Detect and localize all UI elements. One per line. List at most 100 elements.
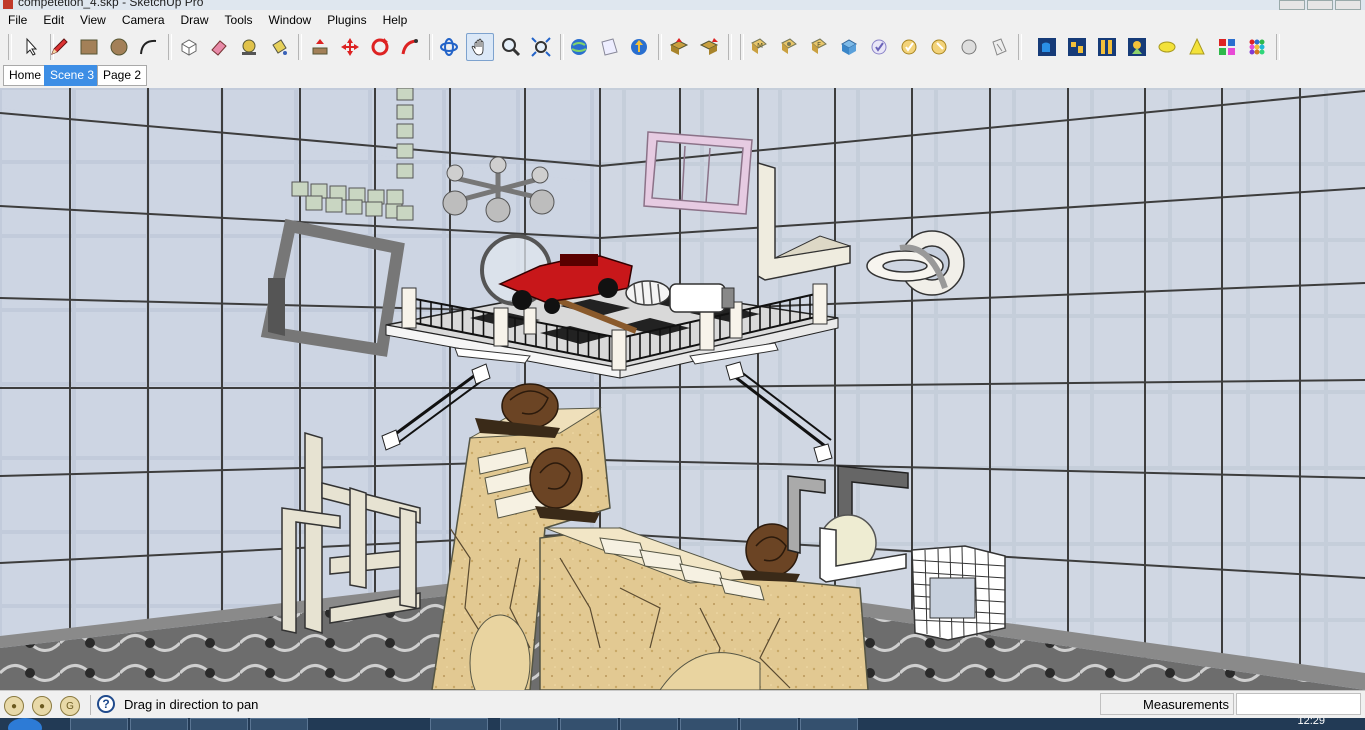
eraser-icon[interactable] — [206, 34, 232, 60]
menu-view[interactable]: View — [72, 10, 114, 30]
svg-text:F: F — [817, 41, 821, 49]
menu-bar: File Edit View Camera Draw Tools Window … — [0, 10, 1365, 30]
circle-icon[interactable] — [106, 34, 132, 60]
toolbar-group-edit — [174, 32, 306, 62]
sketchup-app-icon — [3, 0, 13, 9]
taskbar-app-5[interactable] — [430, 718, 488, 730]
credits-icon[interactable]: ● — [32, 696, 52, 716]
menu-draw[interactable]: Draw — [173, 10, 217, 30]
white-grid-cube-object — [911, 545, 1006, 641]
status-text: Drag in direction to pan — [124, 697, 259, 712]
title-bar: competetion_4.skp - SketchUp Pro — [0, 0, 1365, 10]
menu-window[interactable]: Window — [261, 10, 320, 30]
rectangle-icon[interactable] — [76, 34, 102, 60]
window-title: competetion_4.skp - SketchUp Pro — [18, 0, 204, 9]
taskbar-app-10[interactable] — [800, 718, 858, 730]
windows-taskbar: 12:29 — [0, 718, 1365, 730]
orbit-icon[interactable] — [436, 34, 462, 60]
style-edge-icon[interactable] — [986, 34, 1012, 60]
style-wireframe-icon[interactable]: F — [806, 34, 832, 60]
paint-bucket-icon[interactable] — [266, 34, 292, 60]
toolbar-separator — [1018, 34, 1022, 60]
taskbar-app-8[interactable] — [620, 718, 678, 730]
help-icon[interactable]: ? — [97, 695, 115, 713]
color-dots-icon[interactable] — [1244, 34, 1270, 60]
taskbar-app-9[interactable] — [740, 718, 798, 730]
toolbar-separator — [1276, 34, 1280, 60]
get-component-icon[interactable] — [666, 34, 692, 60]
maximize-button[interactable] — [1307, 0, 1333, 10]
menu-edit[interactable]: Edit — [35, 10, 72, 30]
start-button-icon[interactable] — [8, 718, 42, 730]
sun-icon[interactable] — [1154, 34, 1180, 60]
tape-measure-icon[interactable] — [236, 34, 262, 60]
style-backedges-icon[interactable] — [776, 34, 802, 60]
model-drawing — [0, 88, 1365, 690]
cone-icon[interactable] — [1184, 34, 1210, 60]
status-divider — [90, 695, 91, 715]
toolbar-group-modify — [305, 32, 437, 62]
scene-tab-page-2[interactable]: Page 2 — [97, 65, 148, 86]
style-textured-icon[interactable] — [896, 34, 922, 60]
color-grid-icon[interactable] — [1214, 34, 1240, 60]
toolbar-group-components — [664, 32, 748, 62]
section-plane-icon[interactable] — [1094, 34, 1120, 60]
taskbar-app-4[interactable] — [250, 718, 308, 730]
svg-text:M: M — [757, 42, 763, 50]
user-icon[interactable]: G — [60, 696, 80, 716]
toolbar-group-camera — [434, 32, 568, 62]
toolbar-group-draw — [44, 32, 176, 62]
pencil-icon[interactable] — [46, 34, 72, 60]
menu-file[interactable]: File — [0, 10, 35, 30]
share-component-icon[interactable] — [696, 34, 722, 60]
minimize-button[interactable] — [1279, 0, 1305, 10]
style-xray-icon[interactable]: M — [746, 34, 772, 60]
taskbar-clock: 12:29 — [1297, 718, 1325, 727]
toolbar-group-styles: M F — [744, 32, 1026, 62]
menu-tools[interactable]: Tools — [217, 10, 261, 30]
shadows-icon[interactable] — [1034, 34, 1060, 60]
toolbar-separator — [429, 34, 433, 60]
fog-icon[interactable] — [1064, 34, 1090, 60]
menu-camera[interactable]: Camera — [114, 10, 173, 30]
window-controls — [1279, 0, 1361, 10]
share-model-icon[interactable] — [596, 34, 622, 60]
taskbar-app-3[interactable] — [190, 718, 248, 730]
main-toolbar: M F — [0, 30, 1365, 65]
scene-tabs: Home Scene 3 Page 2 — [0, 64, 1365, 86]
menu-plugins[interactable]: Plugins — [319, 10, 374, 30]
style-hidden-line-icon[interactable] — [836, 34, 862, 60]
measurements-input[interactable] — [1236, 693, 1361, 715]
measurements-label: Measurements — [1100, 693, 1234, 715]
make-component-icon[interactable] — [176, 34, 202, 60]
taskbar-app-sketchup[interactable] — [680, 718, 738, 730]
push-pull-icon[interactable] — [307, 34, 333, 60]
zoom-icon[interactable] — [498, 34, 524, 60]
pan-hand-icon[interactable] — [466, 33, 494, 61]
taskbar-app-2[interactable] — [130, 718, 188, 730]
follow-me-icon[interactable] — [397, 34, 423, 60]
rotate-icon[interactable] — [367, 34, 393, 60]
menu-help[interactable]: Help — [375, 10, 416, 30]
taskbar-app-6[interactable] — [500, 718, 558, 730]
toolbar-separator — [658, 34, 662, 60]
toolbar-group-extras — [1032, 32, 1284, 62]
move-icon[interactable] — [337, 34, 363, 60]
geo-location-icon[interactable]: ● — [4, 696, 24, 716]
select-tool-icon[interactable] — [18, 34, 44, 60]
toolbar-group-warehouse — [564, 32, 666, 62]
taskbar-app-7[interactable] — [560, 718, 618, 730]
taskbar-app-1[interactable] — [70, 718, 128, 730]
style-shaded-icon[interactable] — [866, 34, 892, 60]
style-sketchy-icon[interactable] — [956, 34, 982, 60]
terrain-icon[interactable] — [1124, 34, 1150, 60]
close-button[interactable] — [1335, 0, 1361, 10]
zoom-extents-icon[interactable] — [528, 34, 554, 60]
get-models-icon[interactable] — [566, 34, 592, 60]
style-monochrome-icon[interactable] — [926, 34, 952, 60]
upload-icon[interactable] — [626, 34, 652, 60]
model-viewport[interactable] — [0, 88, 1365, 690]
arc-icon[interactable] — [136, 34, 162, 60]
scene-tab-home[interactable]: Home — [3, 65, 48, 86]
scene-tab-scene-3[interactable]: Scene 3 — [44, 65, 101, 86]
